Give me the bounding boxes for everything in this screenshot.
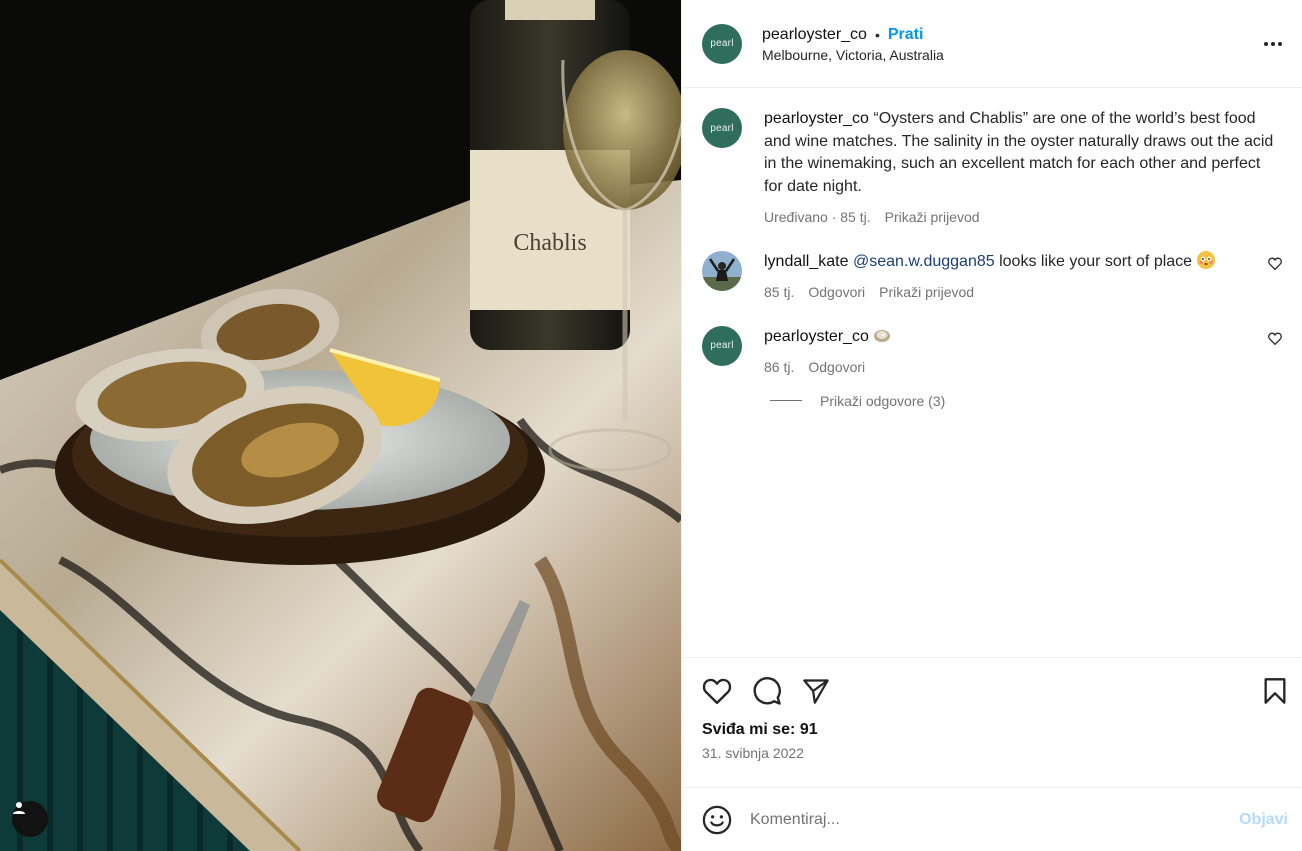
save-button[interactable] (1262, 677, 1288, 705)
comments-list[interactable]: pearl pearloyster_co “Oysters and Chabli… (682, 88, 1302, 657)
flushed-face-icon (1196, 250, 1215, 269)
caption-username[interactable]: pearloyster_co (764, 110, 869, 127)
comment-input[interactable] (750, 810, 1240, 829)
oyster-svg (874, 329, 891, 342)
heart-icon (702, 678, 732, 705)
comment-username[interactable]: lyndall_kate (764, 253, 849, 270)
comment-time: 86 tj. (764, 359, 795, 375)
post-date[interactable]: 31. svibnja 2022 (702, 745, 1288, 761)
post-owner-info: pearloyster_co • Prati Melbourne, Victor… (762, 25, 1254, 63)
more-options-button[interactable] (1254, 41, 1282, 46)
comment-time: 85 tj. (764, 284, 795, 300)
post-sidebar: pearl pearloyster_co • Prati Melbourne, … (681, 0, 1302, 851)
translate-button[interactable]: Prikaži prijevod (885, 206, 980, 229)
comment: lyndall_kate @sean.w.duggan85 looks like… (702, 250, 1282, 304)
oyster-photo-illustration: Chablis (0, 0, 681, 851)
avatar-photo (702, 250, 742, 291)
post-photo[interactable]: Chablis (0, 0, 681, 851)
comment: pearl pearloyster_co 86 tj. Odgovori (702, 325, 1282, 379)
follow-button[interactable]: Prati (888, 25, 924, 45)
caption: pearl pearloyster_co “Oysters and Chabli… (702, 108, 1282, 229)
post-actions: Sviđa mi se: 91 31. svibnja 2022 (682, 657, 1302, 787)
comment-mention[interactable]: @sean.w.duggan85 (853, 253, 995, 270)
translate-button[interactable]: Prikaži prijevod (879, 281, 974, 304)
post-dialog: Chablis pearl pearloyster_co • Prati Mel… (0, 0, 1302, 851)
replies-divider (770, 400, 802, 401)
likes-count[interactable]: Sviđa mi se: 91 (702, 721, 1288, 739)
post-comment-button[interactable]: Objavi (1239, 811, 1288, 829)
comment-like-button[interactable] (1258, 326, 1282, 379)
user-tag-icon (13, 802, 25, 814)
separator-dot: • (874, 26, 880, 43)
avatar[interactable]: pearl (702, 23, 742, 64)
reply-button[interactable]: Odgovori (808, 281, 865, 304)
share-button[interactable] (802, 678, 830, 704)
emoji-button[interactable] (702, 805, 732, 835)
avatar-text: pearl (710, 122, 734, 134)
view-replies-button[interactable]: Prikaži odgovore (3) (770, 393, 1282, 409)
bookmark-icon (1264, 678, 1286, 704)
add-comment-bar: Objavi (682, 787, 1302, 851)
avatar[interactable] (702, 250, 742, 291)
heart-icon (1268, 257, 1282, 270)
oyster-icon (873, 326, 891, 344)
comment-username[interactable]: pearloyster_co (764, 328, 869, 345)
comment-icon (753, 677, 781, 705)
comment-text: looks like your sort of place (994, 252, 1193, 270)
heart-icon (1268, 332, 1282, 345)
bottle-label-text: Chablis (513, 230, 586, 256)
avatar[interactable]: pearl (702, 108, 742, 148)
more-icon (1264, 41, 1268, 46)
post-header: pearl pearloyster_co • Prati Melbourne, … (682, 0, 1302, 88)
emoji-icon (702, 805, 732, 834)
avatar-text: pearl (710, 38, 734, 49)
comment-like-button[interactable] (1258, 251, 1282, 304)
post-location[interactable]: Melbourne, Victoria, Australia (762, 47, 1254, 63)
flushed-face-svg (1197, 251, 1215, 268)
post-owner-username[interactable]: pearloyster_co (762, 25, 867, 45)
more-icon-dot (1278, 41, 1282, 46)
avatar[interactable]: pearl (702, 325, 742, 366)
avatar-text: pearl (710, 340, 734, 351)
comment-button[interactable] (752, 676, 782, 706)
share-icon (803, 679, 829, 704)
reply-button[interactable]: Odgovori (808, 356, 865, 379)
like-button[interactable] (702, 677, 732, 705)
caption-time: Uređivano · 85 tj. (764, 209, 871, 225)
user-tag-button[interactable] (12, 801, 48, 837)
view-replies-label: Prikaži odgovore (3) (820, 392, 946, 409)
more-icon-dot (1271, 41, 1275, 46)
